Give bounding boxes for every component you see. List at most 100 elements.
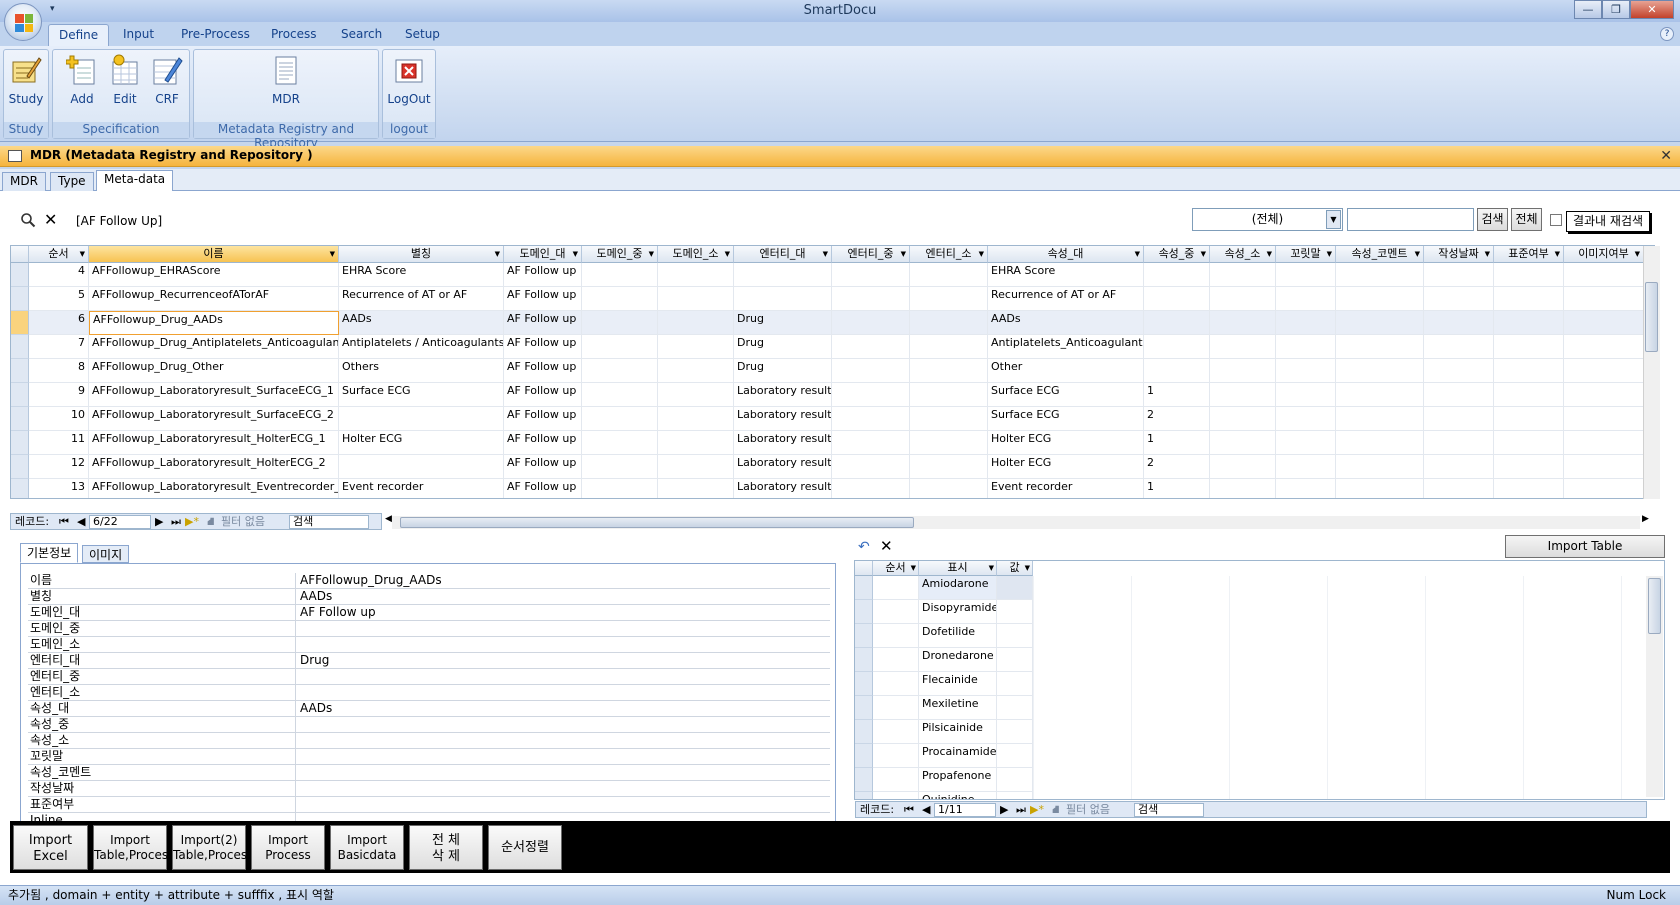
row-selector[interactable] bbox=[855, 696, 873, 720]
detail-field-value[interactable]: AF Follow up bbox=[298, 605, 828, 620]
cell-name[interactable]: AFFollowup_Laboratoryresult_HolterECG_1 bbox=[89, 431, 339, 455]
code-cell-display[interactable]: Propafenone bbox=[919, 768, 997, 792]
row-selector[interactable] bbox=[11, 311, 29, 335]
cell-domain-major[interactable]: AF Follow up bbox=[504, 359, 582, 383]
last-record-icon[interactable]: ⏭ bbox=[171, 514, 181, 529]
maximize-button[interactable]: ❐ bbox=[1602, 0, 1630, 19]
cell-attribute-minor[interactable] bbox=[1210, 455, 1276, 479]
code-cell-value[interactable] bbox=[997, 648, 1033, 672]
cell-domain-minor[interactable] bbox=[658, 311, 734, 335]
code-cell-display[interactable]: Dofetilide bbox=[919, 624, 997, 648]
cell-suffix[interactable] bbox=[1276, 383, 1336, 407]
cell-image-flag[interactable] bbox=[1564, 311, 1644, 335]
column-dropdown-icon[interactable]: ▼ bbox=[1201, 246, 1206, 262]
cell-image-flag[interactable] bbox=[1564, 359, 1644, 383]
cell-order[interactable]: 6 bbox=[29, 311, 89, 335]
row-selector[interactable] bbox=[11, 479, 29, 498]
cell-alias[interactable] bbox=[339, 407, 504, 431]
column-header-domain-middle[interactable]: 도메인_중 ▼ bbox=[582, 246, 658, 263]
cell-image-flag[interactable] bbox=[1564, 479, 1644, 498]
cell-image-flag[interactable] bbox=[1564, 383, 1644, 407]
cell-entity-middle[interactable] bbox=[832, 263, 910, 287]
select-all-box[interactable] bbox=[855, 561, 873, 576]
cell-attribute-comment[interactable] bbox=[1336, 431, 1424, 455]
cell-suffix[interactable] bbox=[1276, 455, 1336, 479]
show-all-button[interactable]: 전체 bbox=[1511, 208, 1542, 231]
cell-entity-middle[interactable] bbox=[832, 431, 910, 455]
row-selector[interactable] bbox=[855, 792, 873, 799]
column-dropdown-icon[interactable]: ▼ bbox=[80, 246, 85, 262]
cell-image-flag[interactable] bbox=[1564, 455, 1644, 479]
grid-vertical-scroll-thumb[interactable] bbox=[1645, 282, 1658, 352]
code-cell-display[interactable]: Pilsicainide bbox=[919, 720, 997, 744]
code-cell-value[interactable] bbox=[997, 792, 1033, 799]
column-dropdown-icon[interactable]: ▼ bbox=[573, 246, 578, 262]
undo-icon[interactable]: ↶ bbox=[858, 539, 870, 555]
code-cell-value[interactable] bbox=[997, 696, 1033, 720]
cell-standard-flag[interactable] bbox=[1494, 263, 1564, 287]
cell-suffix[interactable] bbox=[1276, 479, 1336, 498]
cell-domain-major[interactable]: AF Follow up bbox=[504, 407, 582, 431]
select-all-box[interactable] bbox=[11, 246, 29, 263]
cell-attribute-major[interactable]: Antiplatelets_Anticoagulants bbox=[988, 335, 1144, 359]
row-selector[interactable] bbox=[855, 648, 873, 672]
record-position[interactable]: 1/11 bbox=[934, 803, 996, 817]
grid-horizontal-scroll-thumb[interactable] bbox=[400, 517, 914, 528]
mdr-button[interactable]: MDR bbox=[266, 54, 306, 106]
tab-image[interactable]: 이미지 bbox=[82, 545, 130, 563]
cell-entity-major[interactable]: Laboratory result bbox=[734, 479, 832, 498]
cell-created-date[interactable] bbox=[1424, 431, 1494, 455]
cell-created-date[interactable] bbox=[1424, 359, 1494, 383]
cell-name[interactable]: AFFollowup_EHRAScore bbox=[89, 263, 339, 287]
row-selector[interactable] bbox=[11, 383, 29, 407]
cell-entity-major[interactable] bbox=[734, 263, 832, 287]
cell-standard-flag[interactable] bbox=[1494, 383, 1564, 407]
cell-domain-middle[interactable] bbox=[582, 359, 658, 383]
row-selector[interactable] bbox=[855, 720, 873, 744]
cell-domain-major[interactable]: AF Follow up bbox=[504, 479, 582, 498]
minimize-button[interactable]: — bbox=[1574, 0, 1602, 19]
code-cell-value[interactable] bbox=[997, 744, 1033, 768]
cell-attribute-middle[interactable]: 1 bbox=[1144, 383, 1210, 407]
cell-domain-minor[interactable] bbox=[658, 335, 734, 359]
code-cell-value[interactable] bbox=[997, 624, 1033, 648]
column-header-domain-major[interactable]: 도메인_대 ▼ bbox=[504, 246, 582, 263]
cell-entity-middle[interactable] bbox=[832, 287, 910, 311]
cell-attribute-middle[interactable] bbox=[1144, 263, 1210, 287]
code-cell-value[interactable] bbox=[997, 600, 1033, 624]
row-selector[interactable] bbox=[11, 431, 29, 455]
cell-attribute-comment[interactable] bbox=[1336, 455, 1424, 479]
cell-entity-minor[interactable] bbox=[910, 479, 988, 498]
column-dropdown-icon[interactable]: ▼ bbox=[1485, 246, 1490, 262]
column-dropdown-icon[interactable]: ▼ bbox=[649, 246, 654, 262]
cell-attribute-comment[interactable] bbox=[1336, 311, 1424, 335]
tab-basic-info[interactable]: 기본정보 bbox=[20, 543, 79, 563]
cell-entity-minor[interactable] bbox=[910, 311, 988, 335]
cell-attribute-minor[interactable] bbox=[1210, 407, 1276, 431]
cell-domain-minor[interactable] bbox=[658, 479, 734, 498]
cell-order[interactable]: 7 bbox=[29, 335, 89, 359]
cell-image-flag[interactable] bbox=[1564, 263, 1644, 287]
cell-image-flag[interactable] bbox=[1564, 431, 1644, 455]
column-header-suffix[interactable]: 꼬릿말 ▼ bbox=[1276, 246, 1336, 263]
cell-attribute-minor[interactable] bbox=[1210, 479, 1276, 498]
cell-standard-flag[interactable] bbox=[1494, 431, 1564, 455]
code-cell-display[interactable]: Quinidine bbox=[919, 792, 997, 799]
cell-attribute-minor[interactable] bbox=[1210, 311, 1276, 335]
detail-field-value[interactable]: Drug bbox=[298, 653, 828, 668]
cell-attribute-minor[interactable] bbox=[1210, 359, 1276, 383]
cell-entity-major[interactable]: Laboratory result bbox=[734, 407, 832, 431]
import-table-process-button[interactable]: Import Table,Process bbox=[93, 825, 174, 870]
cell-standard-flag[interactable] bbox=[1494, 311, 1564, 335]
code-cell-display[interactable]: Flecainide bbox=[919, 672, 997, 696]
first-record-icon[interactable]: ⏮ bbox=[904, 802, 914, 817]
cell-created-date[interactable] bbox=[1424, 311, 1494, 335]
cell-alias[interactable]: Event recorder bbox=[339, 479, 504, 498]
cell-order[interactable]: 8 bbox=[29, 359, 89, 383]
code-cell-order[interactable] bbox=[873, 576, 919, 600]
cell-suffix[interactable] bbox=[1276, 431, 1336, 455]
row-selector[interactable] bbox=[855, 624, 873, 648]
study-button[interactable]: Study bbox=[6, 54, 46, 106]
cell-standard-flag[interactable] bbox=[1494, 335, 1564, 359]
cell-alias[interactable]: Holter ECG bbox=[339, 431, 504, 455]
